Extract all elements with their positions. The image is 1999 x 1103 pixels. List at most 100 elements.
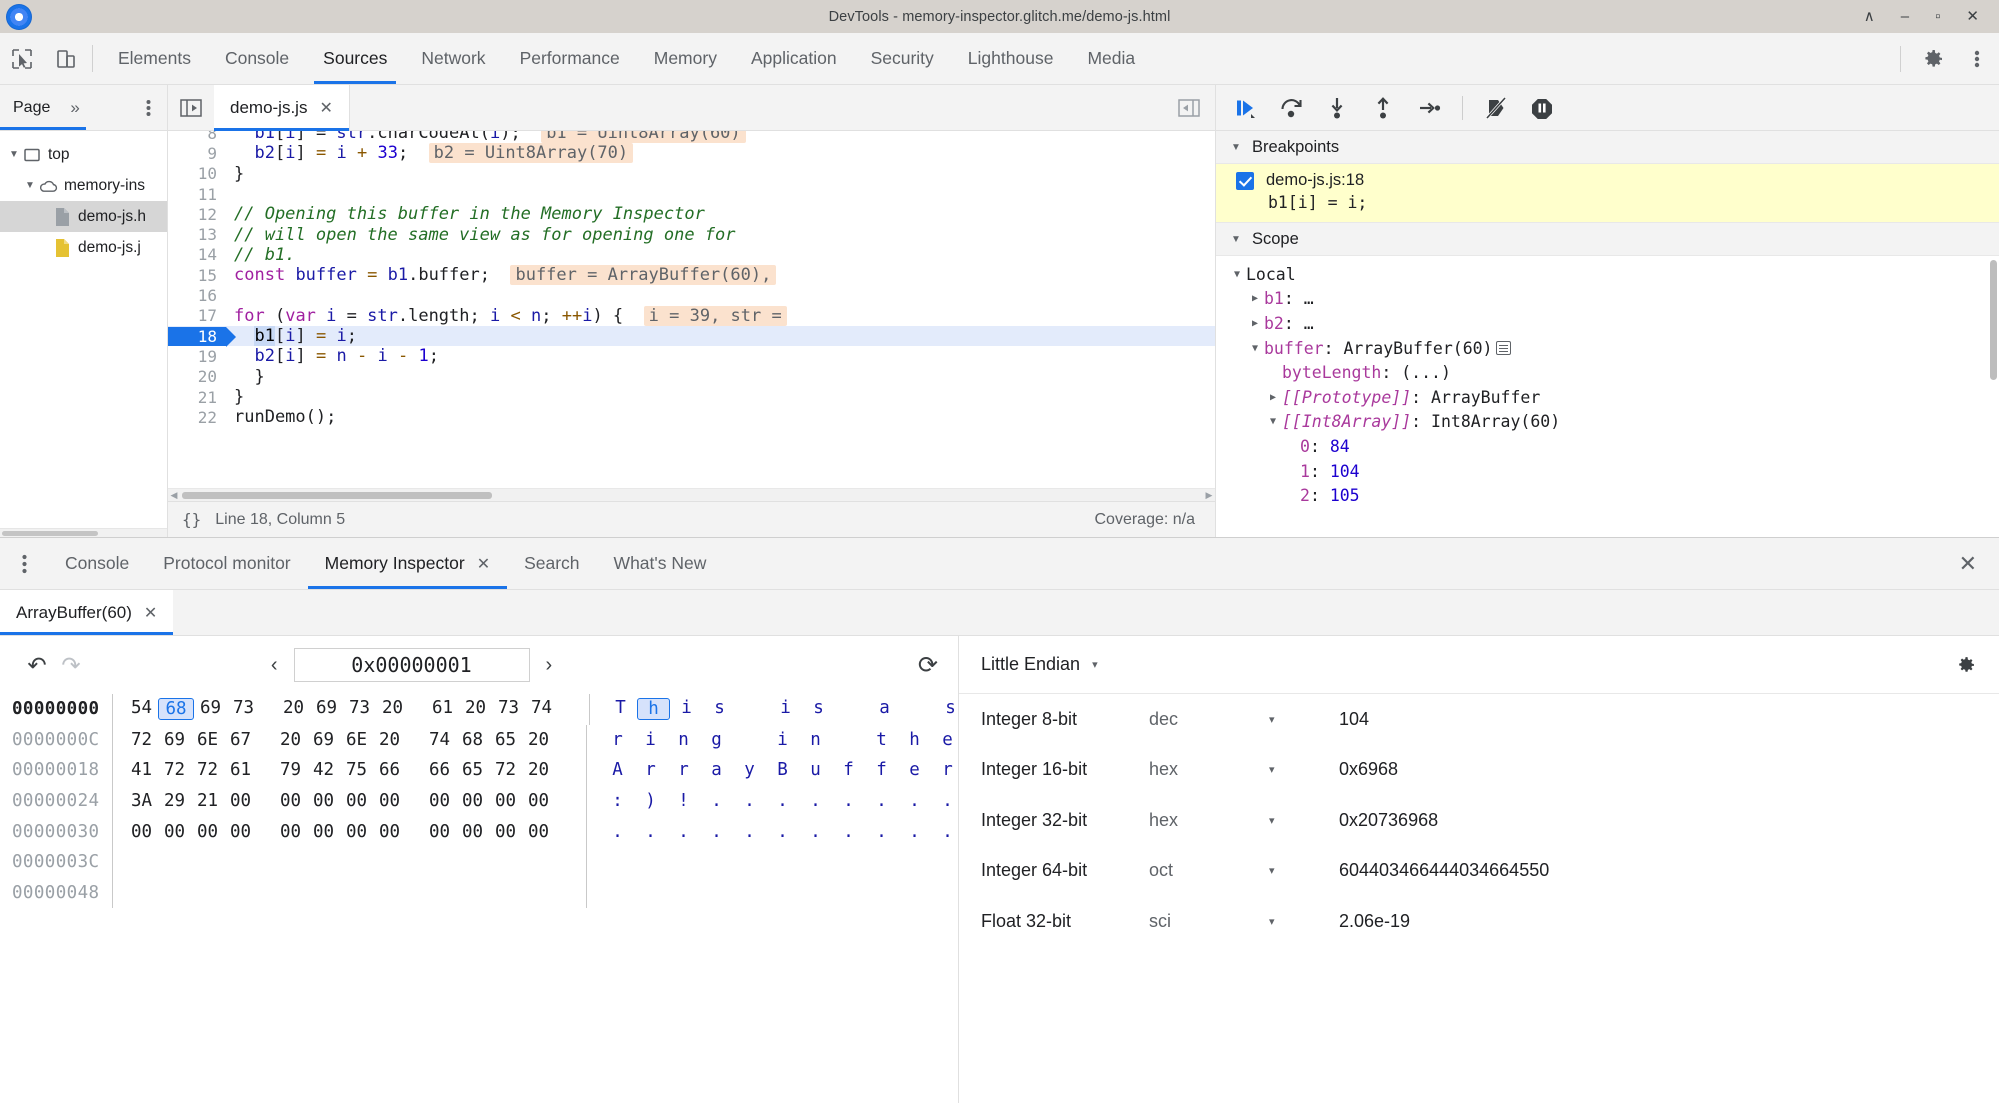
more-tabs-chevron-icon[interactable]: » — [50, 98, 79, 118]
line-number[interactable]: 22 — [168, 408, 226, 427]
hex-byte[interactable]: 69 — [307, 730, 340, 750]
hex-byte[interactable]: 74 — [525, 698, 558, 720]
hex-byte[interactable]: 20 — [277, 698, 310, 720]
drawer-tab-search[interactable]: Search — [507, 538, 596, 589]
expand-triangle-icon[interactable]: ▶ — [1246, 318, 1264, 329]
ascii-cell[interactable]: r — [634, 760, 667, 780]
navigator-horizontal-scrollbar[interactable] — [0, 528, 167, 537]
ascii-cell[interactable]: . — [832, 822, 865, 842]
ascii-cell[interactable]: h — [637, 698, 670, 721]
navigator-tab-page[interactable]: Page — [0, 99, 50, 117]
line-number[interactable]: 15 — [168, 266, 226, 285]
ascii-cell[interactable]: e — [898, 760, 931, 780]
chevron-down-icon[interactable]: ▾ — [1269, 713, 1339, 726]
scope-row[interactable]: 1: 104 — [1216, 459, 1999, 484]
memory-chip-icon[interactable] — [1495, 341, 1511, 356]
line-number[interactable]: 9 — [168, 144, 226, 163]
memory-buffer-tab[interactable]: ArrayBuffer(60) ✕ — [0, 590, 174, 635]
hex-byte[interactable]: 00 — [307, 791, 340, 811]
refresh-icon[interactable]: ⟳ — [918, 651, 938, 680]
hex-byte[interactable]: 00 — [340, 822, 373, 842]
ascii-cell[interactable]: f — [832, 760, 865, 780]
code-line[interactable]: 22 runDemo(); — [168, 407, 1215, 427]
device-toolbar-icon[interactable] — [44, 33, 88, 84]
hex-byte[interactable]: 61 — [426, 698, 459, 720]
hex-byte[interactable]: 20 — [459, 698, 492, 720]
hex-byte[interactable]: 00 — [522, 791, 555, 811]
ascii-cell[interactable]: A — [601, 760, 634, 780]
hex-byte[interactable]: 6E — [340, 730, 373, 750]
value-mode-label[interactable]: sci — [1149, 911, 1269, 932]
next-page-icon[interactable]: › — [546, 654, 553, 677]
address-input[interactable]: 0x00000001 — [293, 648, 530, 682]
drawer-tab-console[interactable]: Console — [48, 538, 146, 589]
line-number[interactable]: 11 — [168, 185, 226, 204]
expand-triangle-icon[interactable]: ▶ — [1264, 392, 1282, 403]
ascii-cell[interactable]: ! — [667, 791, 700, 811]
ascii-cell[interactable]: . — [667, 822, 700, 842]
ascii-cell[interactable]: . — [766, 791, 799, 811]
chevron-down-icon[interactable]: ▾ — [1269, 915, 1339, 928]
code-line[interactable]: 14 // b1. — [168, 245, 1215, 265]
line-number[interactable]: 13 — [168, 225, 226, 244]
ascii-cell[interactable]: t — [865, 730, 898, 750]
ascii-cell[interactable]: u — [799, 760, 832, 780]
deactivate-breakpoints-icon[interactable] — [1483, 95, 1509, 121]
tree-node-demo-js-js[interactable]: demo-js.j — [0, 232, 167, 263]
close-icon[interactable]: ✕ — [319, 98, 332, 118]
hex-byte[interactable]: 73 — [343, 698, 376, 720]
code-line[interactable]: 21} — [168, 387, 1215, 407]
hex-byte[interactable]: 79 — [274, 760, 307, 780]
tab-network[interactable]: Network — [404, 33, 502, 84]
chevron-down-icon[interactable]: ▾ — [1269, 864, 1339, 877]
code-line[interactable]: 12 // Opening this buffer in the Memory I… — [168, 204, 1215, 224]
previous-page-icon[interactable]: ‹ — [271, 654, 278, 677]
ascii-cell[interactable]: g — [700, 730, 733, 750]
hex-byte[interactable]: 74 — [423, 730, 456, 750]
scope-row[interactable]: ▼ [[Int8Array]]: Int8Array(60) — [1216, 410, 1999, 435]
ascii-cell[interactable]: . — [733, 822, 766, 842]
scope-row[interactable]: 0: 84 — [1216, 434, 1999, 459]
ascii-cell[interactable]: . — [700, 791, 733, 811]
ascii-cell[interactable]: B — [766, 760, 799, 780]
scope-row[interactable]: byteLength: (...) — [1216, 360, 1999, 385]
line-number[interactable]: 18 — [168, 326, 236, 347]
close-window-button[interactable]: ✕ — [1966, 9, 1979, 24]
ascii-cell[interactable]: f — [865, 760, 898, 780]
hex-byte[interactable]: 00 — [274, 791, 307, 811]
collapse-triangle-icon[interactable]: ▼ — [1228, 142, 1244, 153]
hex-byte[interactable]: 29 — [158, 791, 191, 811]
hex-byte[interactable]: 73 — [492, 698, 525, 720]
tab-security[interactable]: Security — [854, 33, 951, 84]
ascii-cell[interactable]: n — [667, 730, 700, 750]
hex-byte[interactable]: 20 — [522, 760, 555, 780]
step-icon[interactable] — [1416, 95, 1442, 121]
code-line[interactable]: 17 for (var i = str.length; i < n; ++i) {… — [168, 305, 1215, 326]
tab-performance[interactable]: Performance — [503, 33, 637, 84]
tab-console[interactable]: Console — [208, 33, 306, 84]
hex-dump[interactable]: 00000000 54 68 69 73 20 69 73 20 61 20 73 74 Th i s is … — [0, 694, 958, 1103]
endianness-select[interactable]: Little Endian ▾ — [981, 654, 1098, 675]
hex-byte[interactable]: 00 — [423, 791, 456, 811]
tree-node-demo-js-html[interactable]: demo-js.h — [0, 201, 167, 232]
hex-byte[interactable]: 66 — [373, 760, 406, 780]
ascii-cell[interactable]: . — [832, 791, 865, 811]
hex-byte[interactable]: 00 — [340, 791, 373, 811]
value-mode-label[interactable]: oct — [1149, 860, 1269, 881]
tab-elements[interactable]: Elements — [101, 33, 208, 84]
code-line[interactable]: 18 b1[i] = i; — [168, 325, 1215, 347]
code-line[interactable]: 11 — [168, 184, 1215, 204]
hex-byte[interactable]: 00 — [224, 791, 257, 811]
drawer-tab-memory-inspector[interactable]: Memory Inspector ✕ — [307, 538, 508, 589]
hex-byte[interactable]: 73 — [227, 698, 260, 720]
redo-icon[interactable]: ↷ — [54, 652, 88, 679]
expand-triangle-icon[interactable]: ▼ — [1228, 269, 1246, 280]
tree-node-top[interactable]: ▼ top — [0, 139, 167, 170]
hex-byte[interactable]: 42 — [307, 760, 340, 780]
chevron-down-icon[interactable]: ▾ — [1269, 814, 1339, 827]
pretty-print-icon[interactable]: {} — [168, 510, 215, 529]
collapse-button[interactable]: ∧ — [1864, 9, 1875, 24]
line-number[interactable]: 17 — [168, 306, 226, 325]
scope-section-header[interactable]: ▼ Scope — [1216, 223, 1999, 256]
step-over-icon[interactable] — [1278, 95, 1304, 121]
